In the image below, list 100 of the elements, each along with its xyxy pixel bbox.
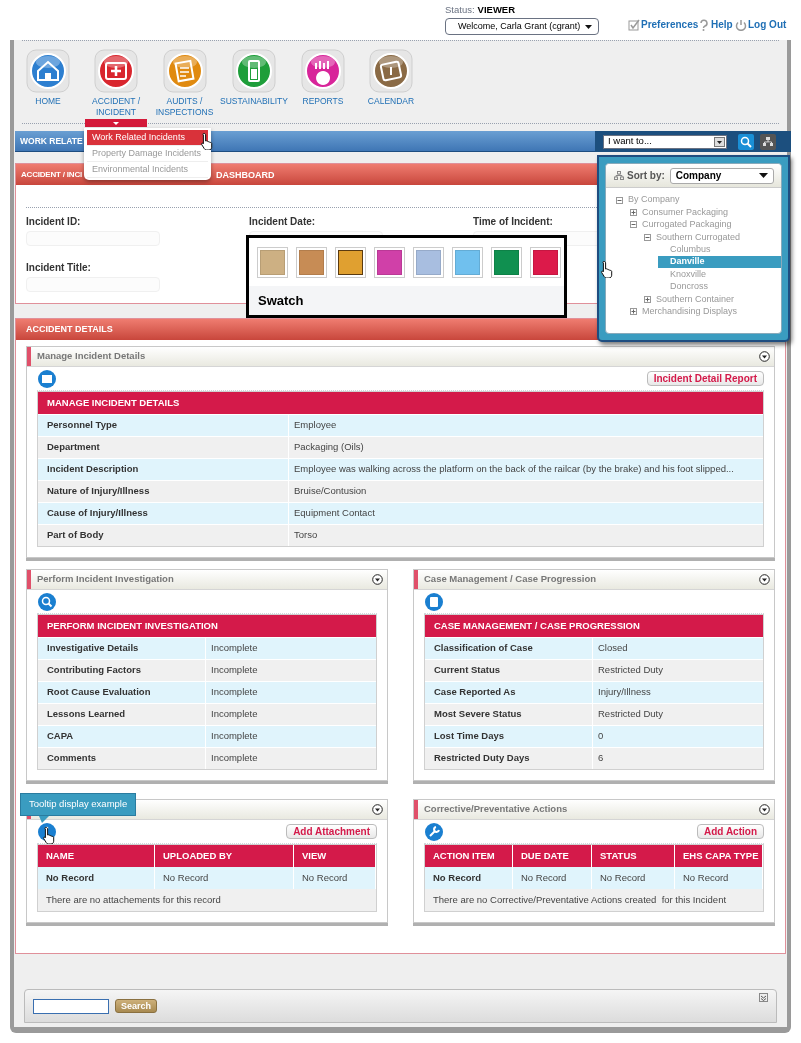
panel-button[interactable]: Add Attachment [286, 824, 377, 839]
tooltip-pointer-icon [39, 816, 49, 823]
action-select[interactable]: I want to... [603, 134, 727, 149]
battery-icon [232, 49, 276, 93]
table-cell-text: Restricted Duty [597, 663, 664, 678]
collapse-icon[interactable] [759, 804, 770, 815]
collapse-icon[interactable] [759, 351, 770, 362]
table-cell: Restricted Duty Days [425, 748, 593, 769]
user-select[interactable]: Welcome, Carla Grant (cgrant) [445, 18, 599, 35]
table-cell-text: Incomplete [210, 707, 259, 722]
table-cell-text: Bruise/Contusion [293, 484, 368, 499]
tree-item[interactable]: Columbus [658, 243, 777, 256]
tree-item[interactable]: Knoxville [658, 268, 777, 281]
collapse-icon [644, 233, 651, 241]
table-cell-text: Incomplete [210, 685, 259, 700]
table-cell-text: Incomplete [210, 751, 259, 766]
search-field[interactable] [33, 998, 109, 1014]
table-cell-text: Employee was walking across the platform on the back of the railcar (by the brake) and his foot slipped... [293, 462, 735, 477]
table-cell-text: Torso [293, 528, 319, 543]
expand-icon [630, 308, 637, 316]
panel-title: Corrective/Preventative Actions [424, 802, 568, 817]
caret-icon [113, 121, 119, 125]
tree-item[interactable]: Doncross [658, 280, 777, 294]
empty-message: There are no Corrective/Preventative Actions created for this Incident [425, 889, 763, 911]
nav-item[interactable]: AUDITS / INSPECTIONS [150, 49, 219, 118]
table-cell-text: Incomplete [210, 663, 259, 678]
field-label: Incident Title: [26, 261, 91, 275]
tree-item[interactable]: Currogated Packaging [630, 218, 777, 232]
question-icon [698, 18, 710, 31]
empty-message: There are no attachements for this record [38, 889, 376, 911]
swatch-title: Swatch [258, 291, 304, 310]
table-cell-text: Packaging (Oils) [293, 440, 365, 455]
panel-button[interactable]: Incident Detail Report [646, 371, 764, 386]
table-cell-text: Equipment Contact [293, 506, 376, 521]
caret-icon [714, 136, 725, 147]
power-icon [735, 18, 747, 31]
table-cell-text: Restricted Duty [597, 707, 664, 722]
nav-item[interactable]: HOME [14, 49, 82, 107]
first-aid-icon [94, 49, 138, 93]
table-cell-text: Incomplete [210, 641, 259, 656]
bar-title: WORK RELATE [20, 134, 83, 148]
chart-icon [301, 49, 345, 93]
hierarchy-icon [614, 171, 624, 180]
section-title: ACCIDENT DETAILS [26, 322, 113, 336]
nav-item[interactable]: CALENDAR [357, 49, 425, 107]
table-cell-text: Injury/Illness [597, 685, 652, 700]
field-label: Incident ID: [26, 215, 81, 229]
sort-select[interactable]: Company [669, 167, 774, 184]
collapse-icon[interactable] [759, 574, 770, 585]
hand-cursor-icon [42, 826, 56, 844]
expand-icon [759, 993, 768, 1002]
caret-icon [585, 24, 592, 29]
menu-item[interactable]: Environmental Incidents [87, 162, 208, 178]
sort-label: Sort by: [627, 169, 665, 183]
table-cell: Comments [38, 748, 206, 769]
tree-item[interactable]: Merchandising Displays [630, 305, 777, 318]
header-link[interactable]: Log Out [735, 17, 787, 32]
expand-icon [630, 209, 637, 217]
nav-item[interactable]: REPORTS [289, 49, 357, 107]
table-header: CASE MANAGEMENT / CASE PROGRESSION [425, 615, 763, 637]
tree-item[interactable]: By Company [616, 194, 777, 207]
checkbox-icon [628, 18, 640, 31]
collapse-icon[interactable] [372, 804, 383, 815]
panel-title: Perform Incident Investigation [37, 572, 174, 587]
table-cell-text: Closed [597, 641, 629, 656]
nav-item[interactable]: ACCIDENT / INCIDENT [82, 49, 150, 118]
collapse-icon [616, 196, 623, 204]
menu-item[interactable]: Property Damage Incidents [87, 146, 208, 162]
table-header: MANAGE INCIDENT DETAILS [38, 392, 763, 414]
tree-item[interactable]: Southern Container [644, 293, 777, 306]
nav-item[interactable]: SUSTAINABILITY [219, 49, 289, 107]
status-label: Status: [445, 4, 475, 16]
field-label: Time of Incident: [473, 215, 553, 229]
header-link[interactable]: Preferences [628, 17, 699, 32]
field-label: Incident Date: [249, 215, 316, 229]
caret-icon [758, 173, 768, 178]
table-cell-text: 0 [597, 729, 605, 744]
collapse-icon [630, 221, 637, 229]
section-title: DASHBOARD [216, 169, 275, 182]
table-cell-text: Employee [293, 418, 338, 433]
panel-title: Case Management / Case Progression [424, 572, 597, 587]
header-link[interactable]: Help [698, 17, 733, 32]
search-icon [738, 133, 754, 150]
table-cell-text: Incomplete [210, 729, 259, 744]
panel-title: Manage Incident Details [37, 349, 146, 364]
table-cell-text: 6 [597, 751, 605, 766]
collapse-icon[interactable] [372, 574, 383, 585]
table-cell: Part of Body [38, 525, 289, 546]
expand-icon [644, 295, 651, 303]
search-button[interactable]: Search [115, 999, 158, 1013]
wrench-icon [424, 821, 444, 842]
status-value: VIEWER [477, 4, 516, 16]
table-header: PERFORM INCIDENT INVESTIGATION [38, 615, 376, 637]
tree-item[interactable]: Consumer Packaging [630, 206, 777, 219]
tree-item[interactable]: Southern Currogated [644, 231, 777, 244]
section-title: ACCIDENT / INCI [21, 169, 82, 181]
hierarchy-icon [760, 133, 776, 150]
panel-button[interactable]: Add Action [697, 824, 764, 839]
search-icon [37, 591, 57, 612]
house-icon [26, 49, 70, 93]
